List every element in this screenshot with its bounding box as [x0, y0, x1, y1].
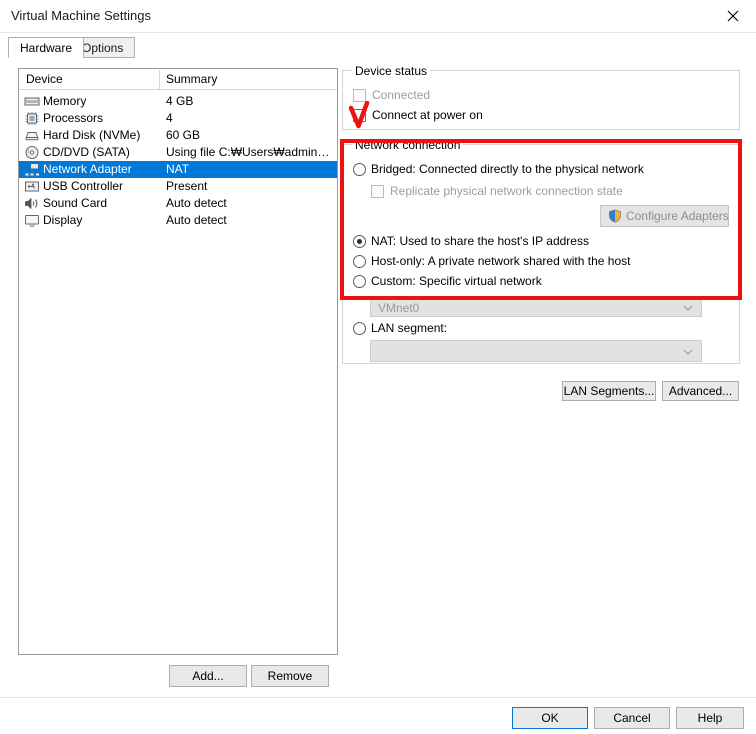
cd-dvd-icon: [25, 146, 39, 159]
device-summary: NAT: [166, 162, 190, 176]
device-name: Processors: [43, 111, 104, 125]
replicate-state-label: Replicate physical network connection st…: [390, 184, 623, 198]
radio-lan-segment[interactable]: LAN segment:: [353, 321, 447, 335]
table-row-network-adapter[interactable]: Network Adapter NAT: [19, 161, 337, 178]
table-row[interactable]: Sound Card Auto detect: [19, 195, 337, 212]
radio-lan-segment-label: LAN segment:: [371, 321, 448, 335]
tab-strip: Hardware Options: [8, 37, 748, 58]
device-list[interactable]: Device Summary Memory 4 GB Processors 4 …: [18, 68, 338, 655]
checkbox-box: [353, 88, 366, 102]
display-icon: [25, 215, 39, 227]
radio-dot[interactable]: [353, 162, 366, 176]
radio-dot[interactable]: [353, 254, 366, 268]
connect-at-power-on-checkbox[interactable]: Connect at power on: [353, 108, 483, 122]
lan-segments-button[interactable]: LAN Segments...: [562, 381, 656, 401]
configure-adapters-button: Configure Adapters: [600, 205, 729, 227]
radio-dot[interactable]: [353, 321, 366, 335]
column-divider: [159, 70, 160, 89]
uac-shield-icon: [609, 209, 621, 223]
radio-nat-label: NAT: Used to share the host's IP address: [371, 234, 589, 248]
device-name: Network Adapter: [43, 162, 132, 176]
device-summary: Auto detect: [166, 196, 227, 210]
device-summary: 4 GB: [166, 94, 194, 108]
device-summary: Using file C:₩Users₩admin…: [166, 145, 330, 159]
chevron-down-icon: [683, 349, 693, 355]
chevron-down-icon: [683, 305, 693, 311]
custom-network-dropdown: VMnet0: [370, 297, 702, 317]
memory-icon: [24, 97, 40, 106]
usb-controller-icon: [25, 181, 39, 192]
device-name: USB Controller: [43, 179, 124, 193]
processor-icon: [25, 112, 39, 125]
device-list-header: Device Summary: [19, 69, 337, 90]
table-row[interactable]: Memory 4 GB: [19, 93, 337, 110]
radio-custom[interactable]: Custom: Specific virtual network: [353, 274, 542, 288]
device-summary: Present: [166, 179, 208, 193]
replicate-state-checkbox: Replicate physical network connection st…: [371, 184, 623, 198]
device-summary: Auto detect: [166, 213, 227, 227]
add-device-button[interactable]: Add...: [169, 665, 247, 687]
column-header-summary: Summary: [166, 72, 218, 86]
table-row[interactable]: Hard Disk (NVMe) 60 GB: [19, 127, 337, 144]
checkbox-box[interactable]: [353, 108, 366, 122]
column-header-device: Device: [26, 72, 63, 86]
custom-network-value: VMnet0: [378, 301, 420, 315]
footer-separator: [0, 697, 756, 698]
cancel-button[interactable]: Cancel: [594, 707, 670, 729]
radio-host-only-label: Host-only: A private network shared with…: [371, 254, 631, 268]
window-title: Virtual Machine Settings: [11, 8, 151, 23]
network-adapter-icon: [24, 163, 40, 177]
radio-bridged-label: Bridged: Connected directly to the physi…: [371, 162, 644, 176]
title-bar: Virtual Machine Settings: [0, 0, 756, 33]
connected-checkbox: Connected: [353, 88, 430, 102]
table-row[interactable]: Display Auto detect: [19, 212, 337, 229]
tab-hardware[interactable]: Hardware: [8, 37, 85, 58]
radio-dot[interactable]: [353, 234, 366, 248]
configure-adapters-label: Configure Adapters: [626, 209, 729, 223]
radio-custom-label: Custom: Specific virtual network: [371, 274, 542, 288]
device-summary: 60 GB: [166, 128, 201, 142]
device-name: Memory: [43, 94, 87, 108]
connect-at-power-on-label: Connect at power on: [372, 108, 483, 122]
device-name: Display: [43, 213, 83, 227]
close-x-icon: [727, 10, 739, 21]
close-button[interactable]: [710, 0, 756, 31]
device-name: CD/DVD (SATA): [43, 145, 130, 159]
radio-nat[interactable]: NAT: Used to share the host's IP address: [353, 234, 589, 248]
radio-bridged[interactable]: Bridged: Connected directly to the physi…: [353, 162, 644, 176]
hard-disk-icon: [25, 132, 39, 141]
network-connection-legend: Network connection: [352, 138, 464, 152]
table-row[interactable]: Processors 4: [19, 110, 337, 127]
device-status-legend: Device status: [352, 64, 431, 78]
sound-card-icon: [25, 198, 38, 209]
lan-segment-dropdown: [370, 340, 702, 362]
table-row[interactable]: USB Controller Present: [19, 178, 337, 195]
ok-button[interactable]: OK: [512, 707, 588, 729]
checkbox-box: [371, 184, 384, 198]
table-row[interactable]: CD/DVD (SATA) Using file C:₩Users₩admin…: [19, 144, 337, 161]
remove-device-button[interactable]: Remove: [251, 665, 329, 687]
advanced-button[interactable]: Advanced...: [662, 381, 739, 401]
radio-dot[interactable]: [353, 274, 366, 288]
radio-host-only[interactable]: Host-only: A private network shared with…: [353, 254, 630, 268]
help-button[interactable]: Help: [676, 707, 744, 729]
device-name: Sound Card: [43, 196, 108, 210]
device-summary: 4: [166, 111, 173, 125]
connected-label: Connected: [372, 88, 431, 102]
device-name: Hard Disk (NVMe): [43, 128, 141, 142]
